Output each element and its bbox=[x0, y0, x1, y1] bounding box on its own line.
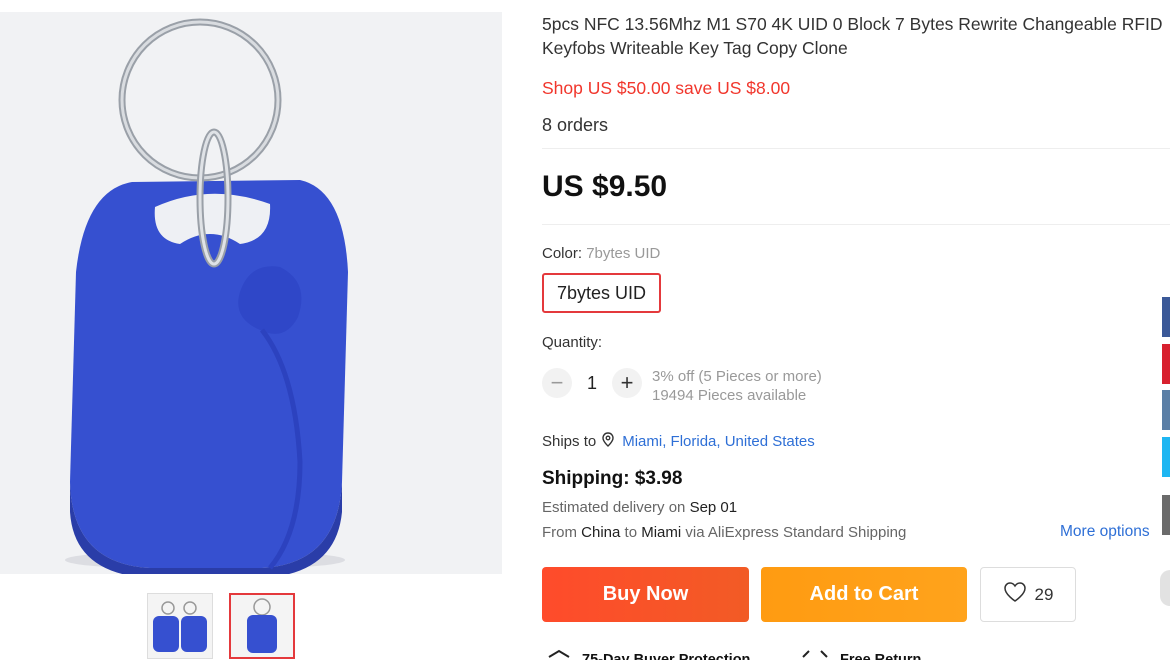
wishlist-button[interactable]: 29 bbox=[980, 567, 1076, 622]
ships-to-row: Ships to Miami, Florida, United States bbox=[542, 432, 815, 451]
product-price: US $9.50 bbox=[542, 170, 668, 203]
order-count: 8 orders bbox=[542, 115, 609, 135]
quantity-input[interactable]: 1 bbox=[572, 373, 612, 394]
keyfob-image bbox=[65, 18, 348, 574]
shipping-cost: Shipping: $3.98 bbox=[542, 468, 683, 489]
share-more-button[interactable] bbox=[1162, 495, 1170, 535]
main-product-image[interactable] bbox=[0, 12, 502, 574]
share-facebook-button[interactable] bbox=[1162, 297, 1170, 337]
quantity-notes: 3% off (5 Pieces or more) 19494 Pieces a… bbox=[652, 367, 822, 405]
share-twitter-button[interactable] bbox=[1162, 437, 1170, 477]
share-pinterest-button[interactable] bbox=[1162, 344, 1170, 384]
thumbnail-strip bbox=[147, 593, 295, 659]
free-return[interactable]: Free Return bbox=[800, 648, 921, 660]
route-to-label: to bbox=[624, 524, 638, 541]
quantity-increase-button[interactable]: + bbox=[612, 368, 642, 398]
heart-icon bbox=[1003, 581, 1027, 608]
location-pin-icon bbox=[602, 432, 614, 451]
buy-now-button[interactable]: Buy Now bbox=[542, 567, 749, 622]
thumbnail-2[interactable] bbox=[229, 593, 295, 659]
eta-date: Sep 01 bbox=[689, 499, 738, 516]
product-info: 5pcs NFC 13.56Mhz M1 S70 4K UID 0 Block … bbox=[542, 12, 1170, 660]
buyer-protection-label: 75-Day Buyer Protection bbox=[582, 652, 751, 660]
buyer-protection[interactable]: 75-Day Buyer Protection bbox=[546, 648, 750, 660]
divider bbox=[542, 224, 1170, 225]
quantity-decrease-button[interactable]: − bbox=[542, 368, 572, 398]
route-origin: China bbox=[581, 524, 621, 541]
shipping-location-link[interactable]: Miami, Florida, United States bbox=[622, 433, 815, 450]
store-promotion[interactable]: Shop US $50.00 save US $8.00 bbox=[542, 78, 790, 99]
color-label-row: Color: 7bytes UID bbox=[542, 245, 660, 262]
ships-to-label: Ships to bbox=[542, 433, 597, 450]
route-carrier: via AliExpress Standard Shipping bbox=[685, 524, 907, 541]
color-option-7bytes-uid[interactable]: 7bytes UID bbox=[542, 273, 661, 313]
color-selected-value: 7bytes UID bbox=[586, 245, 661, 262]
share-vk-button[interactable] bbox=[1162, 390, 1170, 430]
divider bbox=[542, 148, 1170, 149]
shield-icon bbox=[546, 648, 572, 660]
add-to-cart-button[interactable]: Add to Cart bbox=[761, 567, 967, 622]
product-title: 5pcs NFC 13.56Mhz M1 S70 4K UID 0 Block … bbox=[542, 14, 1163, 58]
more-shipping-options-link[interactable]: More options bbox=[1060, 523, 1150, 541]
return-arrows-icon bbox=[800, 648, 830, 660]
scroll-to-top-button[interactable] bbox=[1160, 570, 1170, 606]
quantity-label: Quantity: bbox=[542, 334, 603, 351]
stock-available-text: 19494 Pieces available bbox=[652, 387, 807, 404]
free-return-label: Free Return bbox=[840, 652, 922, 660]
route-destination: Miami bbox=[641, 524, 682, 541]
color-label: Color: bbox=[542, 245, 583, 262]
bulk-discount-text: 3% off (5 Pieces or more) bbox=[652, 368, 822, 385]
route-from-label: From bbox=[542, 524, 577, 541]
wishlist-count: 29 bbox=[1034, 584, 1054, 604]
eta-prefix: Estimated delivery on bbox=[542, 499, 686, 516]
estimated-delivery: Estimated delivery on Sep 01 bbox=[542, 499, 737, 516]
quantity-stepper: − 1 + bbox=[542, 368, 642, 398]
thumbnail-1[interactable] bbox=[147, 593, 213, 659]
shipping-route: From China to Miami via AliExpress Stand… bbox=[542, 524, 906, 541]
